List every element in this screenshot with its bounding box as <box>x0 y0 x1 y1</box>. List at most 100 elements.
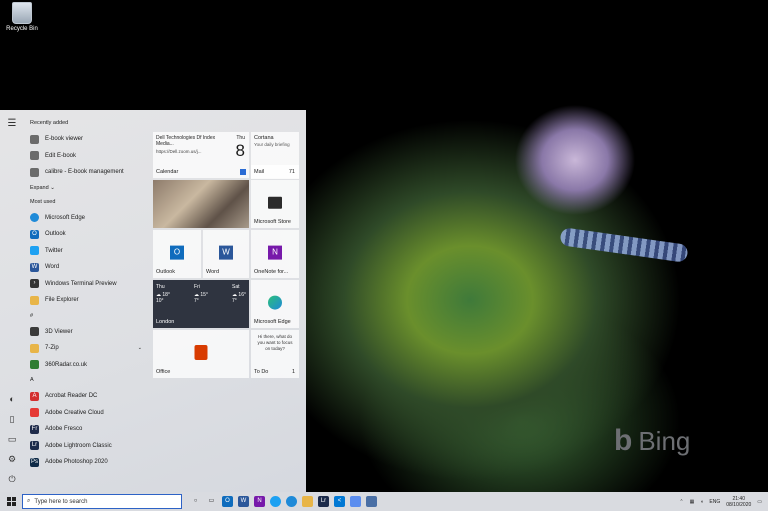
pictures-icon[interactable]: ▭ <box>7 434 17 444</box>
edge-icon[interactable] <box>286 496 297 507</box>
folder-icon <box>30 343 39 353</box>
terminal-icon: › <box>30 279 39 289</box>
weather-day: Sat ☁ 16° 7° <box>232 284 246 304</box>
tile-outlook[interactable]: O Outlook <box>153 230 201 278</box>
radar-icon <box>30 360 39 370</box>
app-calibre[interactable]: calibre - E-book management <box>26 164 146 181</box>
tile-office[interactable]: Office <box>153 330 249 378</box>
cortana-circle-icon[interactable]: ○ <box>190 496 201 507</box>
language-indicator[interactable]: ENG <box>709 499 720 505</box>
photoshop-icon: Ps <box>30 457 39 467</box>
twitter-icon <box>30 246 39 256</box>
search-icon: ⌕ <box>27 498 31 504</box>
fresco-icon: Fr <box>30 424 39 434</box>
bing-watermark: b Bing <box>614 424 690 458</box>
recycle-bin[interactable]: Recycle Bin <box>2 2 42 32</box>
clock[interactable]: 21:40 08/10/2020 <box>726 496 751 508</box>
chevron-down-icon: ⌄ <box>137 345 142 352</box>
user-icon[interactable]: ◐ <box>7 394 17 404</box>
app-ebook-viewer[interactable]: E-book viewer <box>26 131 146 148</box>
hamburger-menu-icon[interactable]: ☰ <box>8 118 17 129</box>
app-3d-viewer[interactable]: 3D Viewer <box>26 324 146 341</box>
edge-icon <box>30 213 39 223</box>
vscode-icon[interactable]: < <box>334 496 345 507</box>
section-recently-added: Recently added <box>30 120 69 126</box>
expand-button[interactable]: Expand ⌄ <box>26 181 146 195</box>
app-adobe-fresco[interactable]: Fr Adobe Fresco <box>26 421 146 438</box>
recycle-bin-label: Recycle Bin <box>6 26 38 32</box>
app-outlook[interactable]: O Outlook <box>26 226 146 243</box>
network-icon[interactable]: ▦ <box>690 499 695 505</box>
weather-day: Fri ☁ 15° 7° <box>194 284 208 304</box>
app-7zip[interactable]: 7-Zip ⌄ <box>26 340 146 357</box>
start-menu: ☰ ◐ ▯ ▭ ⚙ ⏻ Recently added E-book viewer… <box>0 110 306 492</box>
app-edit-ebook[interactable]: Edit E-book <box>26 148 146 165</box>
onenote-icon[interactable]: N <box>254 496 265 507</box>
app-icon[interactable] <box>366 496 377 507</box>
start-rail: ☰ ◐ ▯ ▭ ⚙ ⏻ <box>0 110 24 492</box>
app-adobe-photoshop[interactable]: Ps Adobe Photoshop 2020 <box>26 454 146 471</box>
calibre-icon <box>30 167 39 177</box>
tile-todo[interactable]: Hi there, what do you want to focus on t… <box>251 330 299 378</box>
creative-cloud-icon <box>30 408 39 418</box>
tile-mail[interactable]: Mail 71 <box>251 165 299 179</box>
weather-day: Thu ☁ 18° 10° <box>156 284 170 304</box>
notifications-icon[interactable]: ▭ <box>757 499 762 505</box>
outlook-icon: O <box>30 229 39 239</box>
cube-icon <box>30 327 39 337</box>
section-hash[interactable]: # <box>30 313 146 319</box>
settings-gear-icon[interactable]: ⚙ <box>7 454 17 464</box>
chevron-up-icon[interactable]: ⌃ <box>679 499 683 505</box>
folder-icon[interactable] <box>302 496 313 507</box>
tile-onenote[interactable]: N OneNote for... <box>251 230 299 278</box>
tile-weather[interactable]: Thu ☁ 18° 10° Fri ☁ 15° 7° Sat ☁ 16° 7° … <box>153 280 249 328</box>
twitter-icon[interactable] <box>270 496 281 507</box>
app-360radar[interactable]: 360Radar.co.uk <box>26 357 146 374</box>
store-bag-icon <box>268 196 282 209</box>
app-file-explorer[interactable]: File Explorer <box>26 292 146 309</box>
app-twitter[interactable]: Twitter <box>26 243 146 260</box>
section-a[interactable]: A <box>30 377 146 383</box>
word-icon: W <box>30 262 39 272</box>
power-icon[interactable]: ⏻ <box>7 474 17 484</box>
office-icon <box>194 345 208 360</box>
system-tray: ⌃ ▦ ◖ ENG 21:40 08/10/2020 ▭ <box>679 492 768 511</box>
app-word[interactable]: W Word <box>26 259 146 276</box>
start-button[interactable] <box>0 497 22 506</box>
recycle-bin-icon <box>12 2 32 24</box>
app-adobe-lightroom[interactable]: Lr Adobe Lightroom Classic <box>26 438 146 455</box>
word-icon[interactable]: W <box>238 496 249 507</box>
volume-icon[interactable]: ◖ <box>700 499 703 505</box>
tile-microsoft-edge[interactable]: Microsoft Edge <box>251 280 299 328</box>
app-windows-terminal[interactable]: › Windows Terminal Preview <box>26 276 146 293</box>
tile-word[interactable]: W Word <box>203 230 249 278</box>
tile-microsoft-store[interactable]: Microsoft Store <box>251 180 299 228</box>
search-placeholder: Type here to search <box>34 498 88 505</box>
tile-calendar[interactable]: Dell Technologies Df Index Media... http… <box>153 132 249 178</box>
app-acrobat-reader[interactable]: A Acrobat Reader DC <box>26 388 146 405</box>
section-most-used: Most used <box>30 198 56 205</box>
outlook-icon[interactable]: O <box>222 496 233 507</box>
ebook-icon <box>30 134 39 144</box>
documents-icon[interactable]: ▯ <box>7 414 17 424</box>
ebook-edit-icon <box>30 151 39 161</box>
edge-icon <box>268 295 282 310</box>
windows-logo-icon <box>6 497 16 506</box>
outlook-icon: O <box>170 245 184 260</box>
chevron-down-icon: ⌄ <box>50 184 55 191</box>
taskbar-search-box[interactable]: ⌕ Type here to search <box>22 494 182 509</box>
task-view-icon[interactable]: ▭ <box>206 496 217 507</box>
lightroom-icon: Lr <box>30 441 39 451</box>
wallpaper-tentacle <box>559 227 689 263</box>
folder-icon <box>30 295 39 305</box>
app-microsoft-edge[interactable]: Microsoft Edge <box>26 210 146 227</box>
taskbar: ⌕ Type here to search ○ ▭ O W N Lr < ⌃ ▦… <box>0 492 768 511</box>
phone-icon[interactable] <box>350 496 361 507</box>
app-adobe-creative-cloud[interactable]: Adobe Creative Cloud <box>26 405 146 422</box>
acrobat-icon: A <box>30 391 39 401</box>
taskbar-apps: ○ ▭ O W N Lr < <box>190 496 377 507</box>
tile-photos[interactable] <box>153 180 249 228</box>
word-icon: W <box>219 245 233 260</box>
lightroom-icon[interactable]: Lr <box>318 496 329 507</box>
bing-logo-icon: b <box>614 424 633 457</box>
